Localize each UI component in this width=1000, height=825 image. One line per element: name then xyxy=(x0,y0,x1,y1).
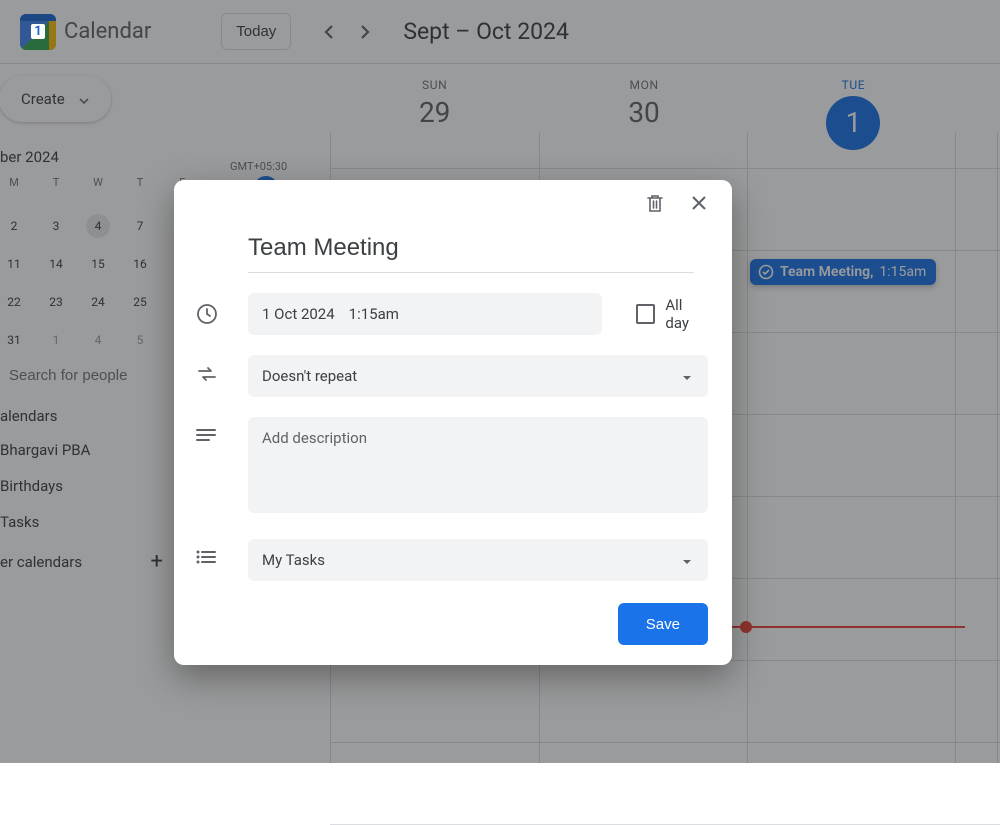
task-list-value: My Tasks xyxy=(262,551,325,569)
checkbox-icon xyxy=(636,304,655,324)
list-icon xyxy=(196,539,248,568)
clock-icon xyxy=(196,293,248,329)
task-title-input[interactable] xyxy=(248,230,694,273)
repeat-icon xyxy=(196,355,248,387)
description-icon xyxy=(196,417,248,446)
all-day-toggle[interactable]: All day xyxy=(636,296,708,332)
chevron-down-icon xyxy=(682,367,692,385)
date-value: 1 Oct 2024 xyxy=(262,305,335,323)
recurrence-value: Doesn't repeat xyxy=(262,367,357,385)
datetime-selector[interactable]: 1 Oct 2024 1:15am xyxy=(248,293,602,335)
all-day-label: All day xyxy=(665,296,708,332)
chevron-down-icon xyxy=(682,551,692,569)
description-placeholder: Add description xyxy=(262,429,367,447)
create-task-dialog: 1 Oct 2024 1:15am All day Doesn't repeat… xyxy=(174,180,732,665)
delete-button[interactable] xyxy=(646,193,664,217)
save-button[interactable]: Save xyxy=(618,603,708,645)
description-textarea[interactable]: Add description xyxy=(248,417,708,513)
recurrence-select[interactable]: Doesn't repeat xyxy=(248,355,708,397)
close-button[interactable] xyxy=(690,194,708,216)
time-value: 1:15am xyxy=(349,305,399,323)
task-list-select[interactable]: My Tasks xyxy=(248,539,708,581)
